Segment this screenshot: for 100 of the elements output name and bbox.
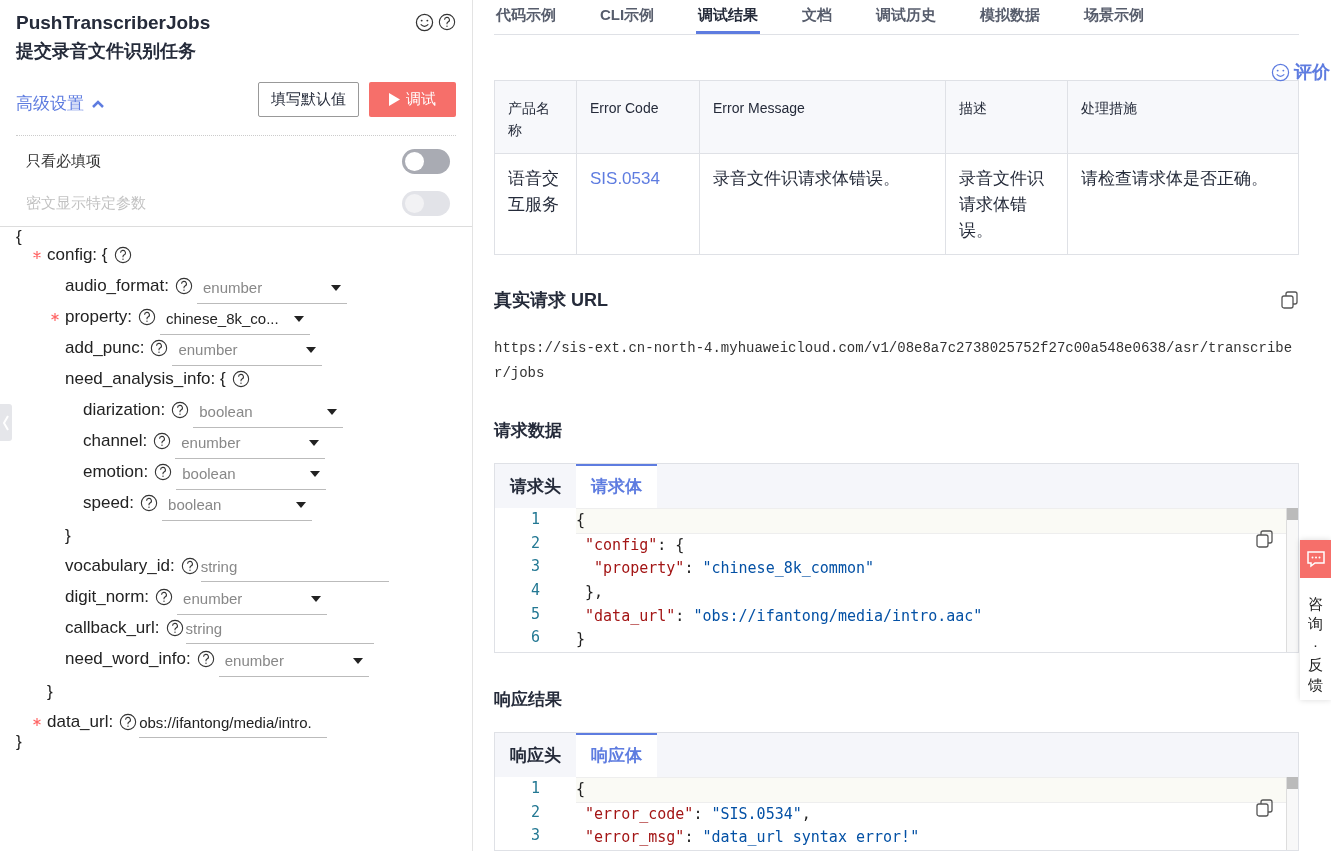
code-line: {	[576, 511, 586, 530]
smiley-icon[interactable]	[415, 13, 434, 32]
field-label: callback_url:	[65, 616, 160, 639]
help-icon[interactable]	[231, 369, 250, 388]
tab[interactable]: 代码示例	[494, 0, 558, 34]
line-number: 4	[531, 579, 540, 601]
caret-icon	[310, 471, 321, 477]
tab[interactable]: CLI示例	[598, 0, 657, 34]
caret-icon	[306, 347, 317, 353]
help-icon[interactable]	[155, 587, 174, 606]
request-url: https://sis-ext.cn-north-4.myhuaweicloud.com/v1/08e8a7c2738025752f27c00a548e0638/asr/transcriber/jobs	[494, 338, 1294, 383]
tab[interactable]: 模拟数据	[978, 0, 1043, 34]
field-label: digit_norm:	[65, 585, 150, 608]
fill-defaults-button[interactable]: 填写默认值	[258, 82, 359, 117]
help-icon[interactable]	[196, 649, 215, 668]
asterisk-icon	[33, 250, 41, 259]
tab[interactable]: 调试历史	[874, 0, 939, 34]
field-label: config: {	[47, 243, 108, 266]
help-icon[interactable]	[180, 556, 199, 575]
code-line: "error_msg": "data_url syntax error!"	[584, 828, 920, 847]
table-cell: 录音文件识请求体错误。	[945, 153, 1068, 255]
asterisk-icon	[33, 717, 41, 726]
select-field[interactable]: enumber	[177, 584, 328, 615]
help-icon[interactable]	[153, 431, 172, 450]
column-header: 处理措施	[1067, 80, 1299, 154]
code-line: "error_code": "SIS.0534",	[584, 804, 811, 823]
debug-button[interactable]: 调试	[369, 82, 456, 117]
play-icon	[389, 93, 400, 106]
help-icon[interactable]	[174, 276, 193, 295]
select-field[interactable]: boolean	[162, 490, 313, 521]
code-line: }	[576, 630, 586, 649]
help-icon[interactable]	[438, 13, 456, 31]
feedback-widget[interactable]: 咨 询 · 反 馈	[1300, 540, 1331, 700]
table-cell: 请检查请求体是否正确。	[1067, 153, 1299, 255]
code-tab[interactable]: 请求体	[576, 464, 657, 509]
select-field[interactable]: chinese_8k_co...	[160, 304, 311, 335]
line-number: 1	[531, 509, 540, 531]
field-label: audio_format:	[65, 274, 169, 297]
caret-icon	[330, 285, 341, 291]
code-tab[interactable]: 响应头	[495, 733, 576, 778]
select-field[interactable]: enumber	[172, 335, 323, 366]
feedback-label: 咨 询 · 反 馈	[1308, 594, 1323, 695]
select-field[interactable]: enumber	[175, 428, 326, 459]
tab[interactable]: 文档	[800, 0, 835, 34]
select-field[interactable]: enumber	[196, 273, 347, 304]
code-tab[interactable]: 请求头	[495, 464, 576, 509]
closing-brace: }	[16, 731, 22, 753]
collapse-handle[interactable]	[0, 404, 12, 441]
code-line: "property": "chinese_8k_common"	[593, 559, 875, 578]
line-number: 6	[531, 627, 540, 649]
help-icon[interactable]	[113, 245, 132, 264]
help-icon[interactable]	[138, 307, 157, 326]
column-header: 产品名称	[494, 80, 577, 154]
help-icon[interactable]	[150, 338, 169, 357]
scrollbar[interactable]	[1286, 777, 1298, 850]
toggle-switch[interactable]	[402, 148, 450, 174]
select-field[interactable]: boolean	[193, 397, 344, 428]
table-cell: 语音交互服务	[494, 153, 577, 255]
input-field[interactable]: obs://ifantong/media/intro.	[139, 709, 328, 738]
caret-icon	[296, 502, 307, 508]
field-label: diarization:	[83, 398, 166, 421]
caret-icon	[352, 658, 363, 664]
line-number: 3	[531, 825, 540, 847]
line-number: 3	[531, 556, 540, 578]
tab[interactable]: 场景示例	[1082, 0, 1147, 34]
field-label: need_analysis_info: {	[65, 367, 226, 390]
chevron-up-icon	[92, 99, 104, 108]
caret-icon	[311, 596, 322, 602]
section-title: 请求数据	[494, 419, 563, 442]
copy-icon[interactable]	[1281, 291, 1299, 310]
toggle-label: 只看必填项	[26, 150, 101, 171]
advanced-settings-toggle[interactable]: 高级设置	[16, 90, 104, 117]
select-field[interactable]: boolean	[176, 459, 327, 490]
closing-brace: }	[47, 681, 53, 703]
section-title: 真实请求 URL	[494, 288, 608, 312]
help-icon[interactable]	[140, 493, 159, 512]
toggle-label: 密文显示特定参数	[26, 192, 146, 213]
help-icon[interactable]	[119, 712, 138, 731]
scrollbar[interactable]	[1286, 508, 1298, 652]
table-cell: 录音文件识请求体错误。	[699, 153, 946, 255]
help-icon[interactable]	[154, 462, 173, 481]
code-tab[interactable]: 响应体	[576, 733, 657, 778]
field-label: speed:	[83, 491, 135, 514]
field-label: need_word_info:	[65, 647, 191, 670]
page-subtitle: 提交录音文件识别任务	[16, 40, 197, 63]
field-label: add_punc:	[65, 336, 145, 359]
tab[interactable]: 调试结果	[696, 0, 761, 34]
copy-icon[interactable]	[1256, 530, 1274, 549]
error-code-link[interactable]: SIS.0534	[576, 153, 700, 255]
field-label: property:	[65, 305, 133, 328]
input-field[interactable]: string	[200, 553, 389, 582]
help-icon[interactable]	[165, 618, 184, 637]
copy-icon[interactable]	[1256, 799, 1274, 818]
input-field[interactable]: string	[185, 615, 374, 644]
section-title: 响应结果	[494, 688, 563, 711]
field-label: data_url:	[47, 710, 114, 733]
select-field[interactable]: enumber	[218, 646, 369, 677]
help-icon[interactable]	[171, 400, 190, 419]
line-number: 2	[531, 801, 540, 823]
line-number: 2	[531, 532, 540, 554]
